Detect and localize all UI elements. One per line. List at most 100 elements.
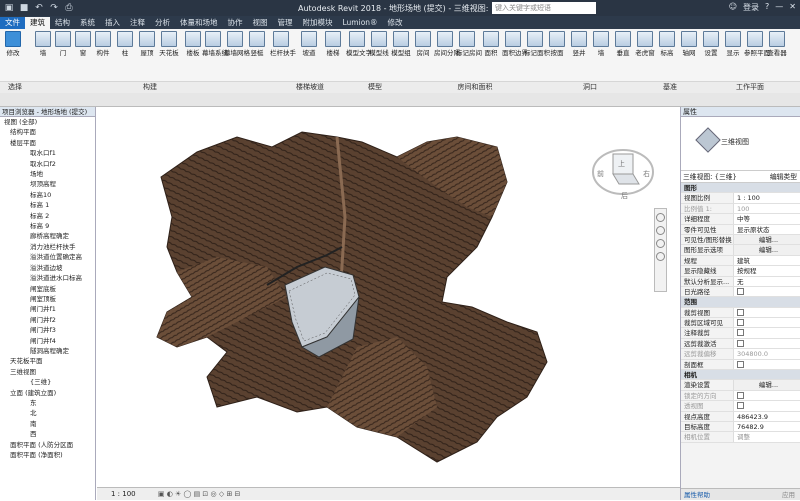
property-row[interactable]: 图形显示选项 编辑...: [681, 245, 800, 256]
ribbon-button-24[interactable]: 竖井: [568, 31, 590, 57]
browser-item[interactable]: 北: [0, 408, 95, 418]
ribbon-button-33[interactable]: 查看器: [766, 31, 788, 57]
navigation-bar[interactable]: [654, 208, 667, 292]
browser-item[interactable]: 闸门井f2: [0, 315, 95, 325]
property-row[interactable]: 锁定的方向: [681, 390, 800, 402]
property-checkbox[interactable]: [737, 360, 744, 368]
property-row[interactable]: 视图比例 1 : 100: [681, 193, 800, 204]
browser-item[interactable]: 溢洪道位置确定高: [0, 252, 95, 262]
tab-6[interactable]: 分析: [150, 17, 175, 29]
properties-help-link[interactable]: 属性帮助: [681, 491, 710, 499]
3d-view-canvas[interactable]: 上 前 右 后: [97, 107, 680, 487]
property-row[interactable]: 零件可见性 显示原状态: [681, 224, 800, 235]
ribbon-button-25[interactable]: 墙: [590, 31, 612, 57]
property-row[interactable]: 视点高度 486423.9: [681, 411, 800, 422]
redo-icon[interactable]: ↷: [49, 3, 59, 13]
tab-8[interactable]: 协作: [223, 17, 248, 29]
ribbon-button-10[interactable]: 竖梃: [246, 31, 268, 57]
instance-selector[interactable]: 三维视图: {三维} 编辑类型: [681, 171, 800, 183]
ribbon-button-1[interactable]: 门: [52, 31, 74, 57]
ribbon-button-20[interactable]: 面积: [480, 31, 502, 57]
minimize-button[interactable]: —: [775, 2, 783, 13]
browser-item[interactable]: 坝顶高程: [0, 179, 95, 189]
tab-5[interactable]: 注释: [125, 17, 150, 29]
ribbon-button-32[interactable]: 参照平面: [744, 31, 770, 57]
ribbon-button-6[interactable]: 天花板: [158, 31, 180, 57]
property-row[interactable]: 目标高度 76482.9: [681, 421, 800, 433]
browser-item[interactable]: 天花板平面: [0, 356, 95, 366]
property-row[interactable]: 日光路径: [681, 286, 800, 298]
edit-type-button[interactable]: 编辑类型: [770, 171, 797, 182]
browser-item[interactable]: 结构平面: [0, 127, 95, 137]
browser-item[interactable]: 隧洞高程确定: [0, 346, 95, 356]
ribbon-button-13[interactable]: 楼梯: [322, 31, 344, 57]
browser-item[interactable]: 面积平面 (净面积): [0, 450, 95, 460]
property-checkbox[interactable]: [737, 329, 744, 337]
ribbon-button-3[interactable]: 构件: [92, 31, 114, 57]
property-row[interactable]: 比例值 1: 100: [681, 203, 800, 215]
property-row[interactable]: 剖面框: [681, 359, 800, 371]
ribbon-button-9[interactable]: 幕墙网格: [224, 31, 250, 57]
browser-item[interactable]: 消力池栏杆扶手: [0, 242, 95, 252]
property-row[interactable]: 注释裁剪: [681, 328, 800, 339]
tab-10[interactable]: 管理: [273, 17, 298, 29]
browser-item[interactable]: 闸门井f1: [0, 304, 95, 314]
ribbon-button-5[interactable]: 屋顶: [136, 31, 158, 57]
browser-item[interactable]: 立面 (建筑立面): [0, 388, 95, 398]
browser-item[interactable]: 溢洪道边坡: [0, 263, 95, 273]
tab-12[interactable]: Lumion®: [338, 17, 383, 29]
search-input[interactable]: 键入关键字或短语: [492, 2, 596, 14]
property-checkbox[interactable]: [737, 308, 744, 316]
property-row[interactable]: 规程 建筑: [681, 255, 800, 267]
print-icon[interactable]: ⎙: [64, 3, 74, 13]
browser-item[interactable]: 取水口f1: [0, 148, 95, 158]
property-row[interactable]: 渲染设置 编辑...: [681, 380, 800, 391]
type-selector[interactable]: 三维视图: [681, 117, 800, 171]
tab-3[interactable]: 系统: [75, 17, 100, 29]
tab-11[interactable]: 附加模块: [298, 17, 338, 29]
browser-item[interactable]: 楼层平面: [0, 138, 95, 148]
browser-item[interactable]: 标高 9: [0, 221, 95, 231]
browser-item[interactable]: 视图 (全部): [0, 117, 95, 127]
modify-button[interactable]: 修改: [2, 31, 24, 57]
ribbon-button-8[interactable]: 幕墙系统: [202, 31, 228, 57]
sign-in-link[interactable]: 登录: [743, 2, 759, 13]
browser-item[interactable]: 三维视图: [0, 367, 95, 377]
view-scale[interactable]: 1 : 100: [111, 490, 136, 498]
tab-9[interactable]: 视图: [248, 17, 273, 29]
browser-item[interactable]: 东: [0, 398, 95, 408]
ribbon-button-27[interactable]: 老虎窗: [634, 31, 656, 57]
ribbon-button-16[interactable]: 模型组: [390, 31, 412, 57]
property-row[interactable]: 裁剪视图: [681, 307, 800, 319]
property-checkbox[interactable]: [737, 402, 744, 410]
ribbon-button-12[interactable]: 坡道: [298, 31, 320, 57]
ribbon-button-28[interactable]: 标高: [656, 31, 678, 57]
ribbon-button-30[interactable]: 设置: [700, 31, 722, 57]
zoom-icon[interactable]: [656, 226, 665, 235]
browser-item[interactable]: 取水口f2: [0, 159, 95, 169]
property-row[interactable]: 透视图: [681, 401, 800, 412]
tab-4[interactable]: 插入: [100, 17, 125, 29]
property-checkbox[interactable]: [737, 391, 744, 399]
ribbon-button-26[interactable]: 垂直: [612, 31, 634, 57]
undo-icon[interactable]: ↶: [34, 3, 44, 13]
property-row[interactable]: 显示隐藏线 按规程: [681, 266, 800, 277]
close-button[interactable]: ✕: [789, 2, 796, 13]
browser-item[interactable]: 溢洪道进水口标高: [0, 273, 95, 283]
tab-13[interactable]: 修改: [383, 17, 408, 29]
ribbon-button-23[interactable]: 按面: [546, 31, 568, 57]
property-row[interactable]: 详细程度 中等: [681, 214, 800, 225]
browser-item[interactable]: 廊桥高程确定: [0, 231, 95, 241]
ribbon-button-18[interactable]: 房间分隔: [434, 31, 460, 57]
browser-item[interactable]: 场地: [0, 169, 95, 179]
ribbon-button-7[interactable]: 楼板: [182, 31, 204, 57]
tab-0[interactable]: 文件: [0, 17, 25, 29]
ribbon-button-11[interactable]: 栏杆扶手: [270, 31, 296, 57]
view-controls-icons[interactable]: ▣ ◐ ☀ ◯ ▤ ⊡ ◎ ◇ ⊞ ⊟: [158, 490, 241, 498]
browser-item[interactable]: 西: [0, 429, 95, 439]
browser-item[interactable]: 标高10: [0, 190, 95, 200]
ribbon-button-14[interactable]: 模型文字: [346, 31, 372, 57]
browser-item[interactable]: 面积平面 (人防分区面: [0, 440, 95, 450]
ribbon-button-0[interactable]: 墙: [32, 31, 54, 57]
user-icon[interactable]: ☺: [729, 2, 737, 13]
